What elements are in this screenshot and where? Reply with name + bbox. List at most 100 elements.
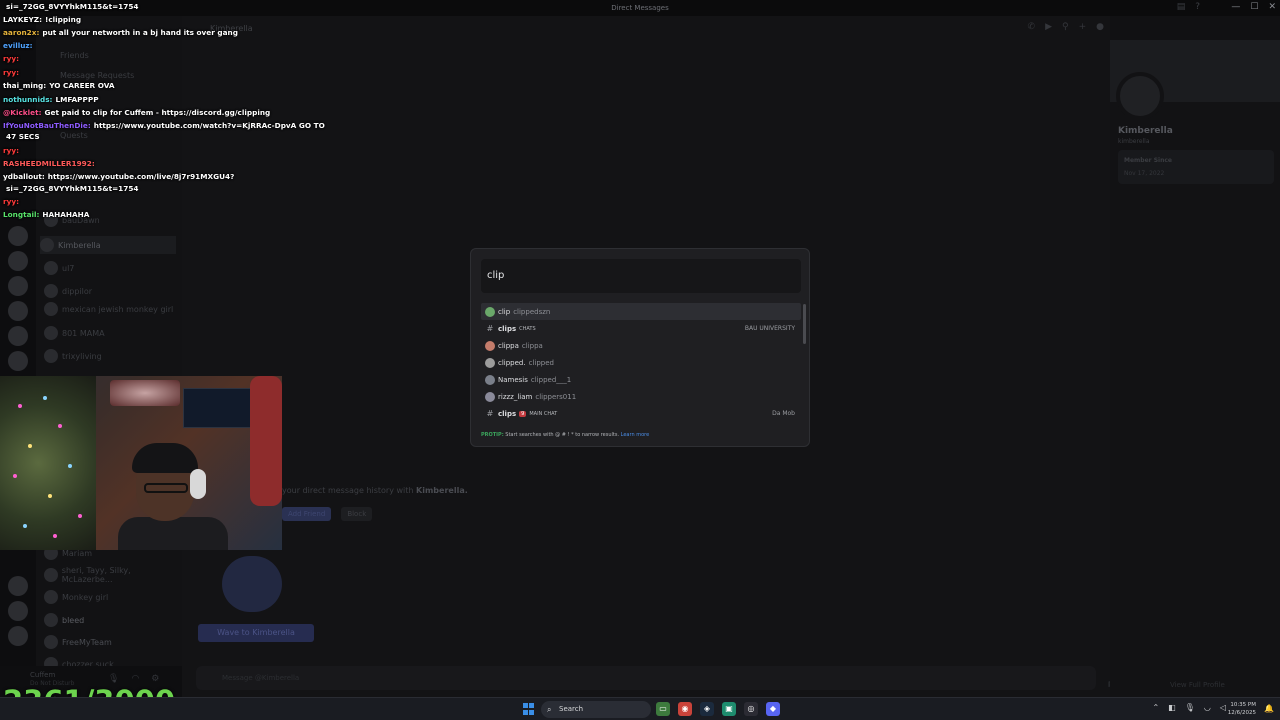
result-row[interactable]: clippa clippa	[481, 337, 801, 354]
protip-label: PROTIP:	[481, 432, 504, 438]
headphones-icon[interactable]: ◠	[131, 674, 139, 684]
windows-start-icon[interactable]	[523, 703, 535, 715]
chat-line: si=_72GG_8VYYhkM115&t=1754	[3, 2, 139, 11]
chat-user: RASHEEDMILLER1992:	[3, 159, 95, 168]
discord-icon[interactable]: ◆	[766, 702, 780, 716]
dm-name: Kimberella	[58, 240, 101, 250]
video-icon[interactable]: ▶	[1045, 22, 1052, 32]
server-icon[interactable]	[8, 301, 28, 321]
server-icon[interactable]	[8, 626, 28, 646]
streamer	[118, 431, 228, 550]
background-monitor	[183, 388, 255, 428]
profile-avatar[interactable]	[1116, 72, 1164, 120]
result-row[interactable]: Namesis clipped___1	[481, 371, 801, 388]
dm-item[interactable]: mexican jewish monkey girl	[44, 300, 173, 318]
volume-icon[interactable]: ◁	[1220, 703, 1226, 712]
chat-user: ydballout:	[3, 172, 45, 181]
server-icon[interactable]	[8, 276, 28, 296]
pin-icon[interactable]: ⚲	[1062, 22, 1069, 32]
chat-line: IfYouNotBauThenDie: https://www.youtube.c…	[3, 121, 325, 130]
member-since-value: Nov 17, 2022	[1124, 170, 1165, 177]
dm-item[interactable]: bleed	[44, 611, 84, 629]
app-tray-icon[interactable]: ◧	[1168, 703, 1176, 712]
notification-bell-icon[interactable]: 🔔	[1264, 704, 1274, 713]
avatar	[44, 284, 58, 298]
obs-icon[interactable]: ◎	[744, 702, 758, 716]
phone-icon[interactable]: ✆	[1028, 22, 1036, 32]
server-icon[interactable]	[8, 226, 28, 246]
taskbar-clock[interactable]: 10:35 PM 12/6/2025	[1228, 701, 1256, 717]
chevron-up-icon[interactable]: ⌃	[1152, 703, 1159, 712]
chat-line: LAYKEYZ: !clipping	[3, 15, 81, 24]
avatar	[44, 261, 58, 275]
window-controls: — ☐ ✕	[1231, 2, 1276, 12]
gear-icon[interactable]: ⚙	[151, 674, 159, 684]
intro-actions: Add Friend Block	[282, 507, 373, 521]
view-full-profile-link[interactable]: View Full Profile	[1170, 681, 1225, 689]
profile-display-name: Kimberella	[1118, 126, 1173, 136]
server-icon[interactable]	[8, 251, 28, 271]
gaming-chair	[250, 376, 282, 506]
add-friend-button[interactable]: Add Friend	[282, 507, 332, 521]
help-icon[interactable]: ?	[1195, 2, 1200, 12]
dm-item[interactable]: Monkey girl	[44, 588, 108, 606]
profile-toggle-icon[interactable]: ●	[1096, 22, 1104, 32]
dm-intro-name: Kimberella.	[416, 486, 468, 495]
result-username: clipped	[528, 358, 554, 367]
chrome-icon[interactable]: ◉	[678, 702, 692, 716]
result-row[interactable]: clip clippedszn	[481, 303, 801, 320]
dm-item[interactable]: ul7	[44, 259, 74, 277]
wave-button[interactable]: Wave to Kimberella	[198, 624, 314, 642]
quick-switcher-input[interactable]: clip	[481, 259, 801, 293]
dm-item[interactable]: 801 MAMA	[44, 324, 105, 342]
chat-line: ryy:	[3, 197, 22, 206]
inbox-icon[interactable]: ▤	[1177, 2, 1186, 12]
dm-item[interactable]: dippilor	[44, 282, 92, 300]
result-name: rizzz_liam	[498, 392, 533, 401]
mic-icon[interactable]: 🎙	[1185, 703, 1195, 712]
server-icon[interactable]	[8, 576, 28, 596]
dm-name: Monkey girl	[62, 592, 109, 602]
chat-line: 47 SECS	[3, 132, 40, 141]
chat-header: Kimberella ✆ ▶ ⚲ + ●	[182, 16, 1110, 42]
dm-item-active[interactable]: Kimberella	[40, 236, 176, 254]
chat-text: LMFAPPPP	[55, 95, 99, 104]
dm-name: trixyliving	[62, 351, 102, 361]
chat-line: thai_ming: YO CAREER OVA	[3, 81, 115, 90]
result-row[interactable]: clipped. clipped	[481, 354, 801, 371]
close-button[interactable]: ✕	[1268, 2, 1276, 12]
dm-item[interactable]: FreeMyTeam	[44, 633, 112, 651]
dm-item[interactable]: trixyliving	[44, 347, 102, 365]
maximize-button[interactable]: ☐	[1250, 2, 1258, 12]
search-icon: ⌕	[547, 705, 552, 714]
dm-name: sheri, Tayy, Silky, McLazerbe...	[61, 566, 131, 584]
steam-icon[interactable]: ◈	[700, 702, 714, 716]
dm-item[interactable]: sheri, Tayy, Silky, McLazerbe...	[44, 566, 182, 584]
server-icon[interactable]	[8, 351, 28, 371]
profile-panel: Kimberella kimberella Member Since Nov 1…	[1110, 40, 1280, 697]
result-row[interactable]: rizzz_liam clippers011	[481, 388, 801, 405]
server-icon[interactable]	[8, 326, 28, 346]
windows-taskbar: ⌕ Search ▭ ◉ ◈ ▣ ◎ ◆ ⌃ ◧ 🎙 ◡ ◁ 10:35 PM 1…	[0, 697, 1280, 720]
wifi-icon[interactable]: ◡	[1204, 703, 1211, 712]
tree-lights	[13, 396, 82, 538]
app-icon[interactable]: ▣	[722, 702, 736, 716]
message-composer[interactable]: Message @Kimberella ▣ ▦ ☺	[196, 666, 1115, 690]
result-row[interactable]: # clips CHATS BAU UNIVERSITY	[481, 320, 801, 337]
chat-text: 47 SECS	[6, 132, 40, 141]
chat-text: HAHAHAHA	[42, 210, 90, 219]
taskbar-search[interactable]: ⌕ Search	[541, 701, 651, 718]
results-scrollbar[interactable]	[803, 304, 806, 344]
result-row[interactable]: # clips 9 MAIN CHAT Da Mob	[481, 405, 801, 422]
wumpus-illustration	[222, 556, 282, 612]
add-friend-icon[interactable]: +	[1079, 22, 1087, 32]
microphone-icon[interactable]: 🎙	[108, 674, 119, 684]
file-explorer-icon[interactable]: ▭	[656, 702, 670, 716]
learn-more-link[interactable]: Learn more	[621, 432, 650, 438]
result-username: clippers011	[535, 392, 577, 401]
minimize-button[interactable]: —	[1231, 2, 1240, 12]
block-button[interactable]: Block	[341, 507, 373, 521]
chat-user: @Kicklet:	[3, 108, 42, 117]
chat-text: si=_72GG_8VYYhkM115&t=1754	[6, 2, 139, 11]
server-icon[interactable]	[8, 601, 28, 621]
